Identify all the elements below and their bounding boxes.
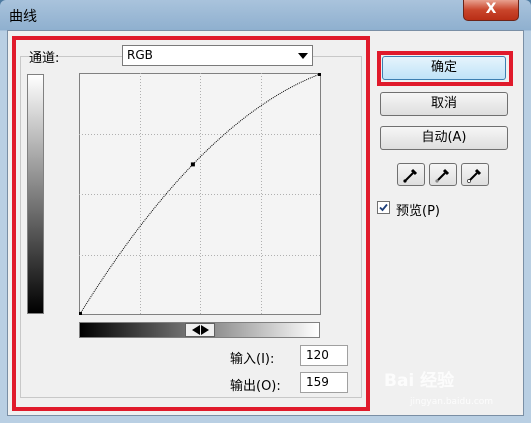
preview-checkbox[interactable]: [377, 201, 390, 214]
input-label: 输入(I):: [230, 352, 275, 367]
channel-value: RGB: [127, 48, 153, 62]
watermark-url: jingyan.baidu.com: [410, 397, 494, 407]
black-point-eyedropper[interactable]: [397, 163, 425, 186]
chevron-down-icon: [298, 53, 308, 59]
eyedropper-black-icon: [403, 168, 418, 183]
curve-control-point[interactable]: [190, 162, 195, 167]
gray-point-eyedropper[interactable]: [429, 163, 457, 186]
checkmark-icon: [379, 203, 388, 212]
white-point-eyedropper[interactable]: [461, 163, 489, 186]
output-gradient-bar: [27, 74, 44, 314]
baidu-watermark: Bai 经验: [384, 371, 455, 391]
output-label: 输出(O):: [230, 379, 281, 394]
close-button[interactable]: X: [463, 0, 519, 21]
channel-select[interactable]: RGB: [122, 45, 313, 66]
channel-label: 通道:: [29, 51, 60, 66]
window-title: 曲线: [9, 9, 37, 25]
close-icon: X: [485, 1, 497, 17]
triangle-left-icon: [191, 325, 200, 335]
eyedropper-white-icon: [467, 168, 482, 183]
title-bar[interactable]: 曲线 X: [0, 0, 531, 30]
curve-endpoint-white[interactable]: [318, 73, 321, 76]
auto-button[interactable]: 自动(A): [380, 126, 508, 150]
eyedropper-gray-icon: [435, 168, 450, 183]
curve-endpoint-black[interactable]: [79, 312, 82, 315]
gradient-direction-toggle[interactable]: [185, 323, 215, 337]
input-field[interactable]: 120: [300, 345, 348, 366]
cancel-button[interactable]: 取消: [380, 92, 508, 116]
preview-label: 预览(P): [396, 204, 440, 219]
triangle-right-icon: [200, 325, 209, 335]
output-field[interactable]: 159: [300, 372, 348, 393]
curve-graph[interactable]: [79, 73, 321, 315]
ok-button[interactable]: 确定: [382, 56, 506, 80]
